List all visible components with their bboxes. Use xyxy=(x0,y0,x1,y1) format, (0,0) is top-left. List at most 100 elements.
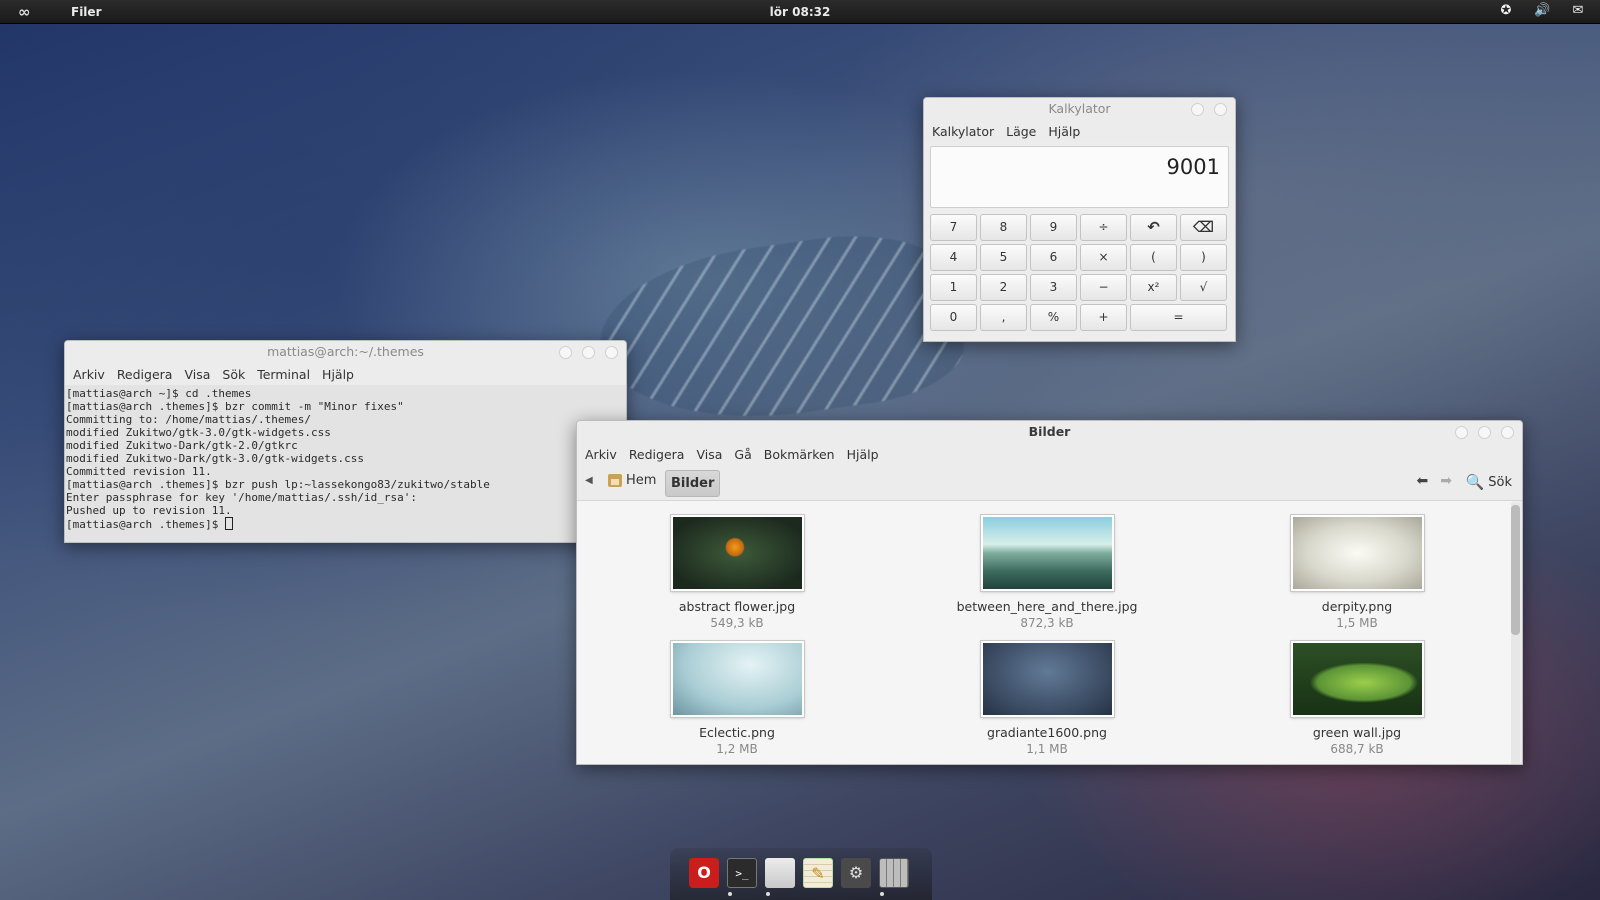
menu-arkiv[interactable]: Arkiv xyxy=(69,367,109,382)
key-3[interactable]: 3 xyxy=(1030,274,1077,301)
key-6[interactable]: 6 xyxy=(1030,244,1077,271)
file-item[interactable]: gradiante1600.png 1,1 MB xyxy=(952,640,1142,756)
maximize-button[interactable] xyxy=(1478,426,1491,439)
window-title: Bilder xyxy=(1028,424,1071,439)
close-button[interactable] xyxy=(1214,103,1227,116)
text-editor-icon[interactable]: ✎ xyxy=(803,858,833,888)
terminal-window: mattias@arch:~/.themes Arkiv Redigera Vi… xyxy=(64,340,627,543)
terminal-icon[interactable]: >_ xyxy=(727,858,757,888)
search-label: Sök xyxy=(1488,474,1512,490)
file-manager-titlebar[interactable]: Bilder xyxy=(577,421,1522,443)
breadcrumb-home[interactable]: Hem xyxy=(608,473,656,488)
key-8[interactable]: 8 xyxy=(980,214,1027,241)
terminal-line: Committing to: /home/mattias/.themes/ xyxy=(66,413,312,426)
messaging-icon[interactable]: ✉ xyxy=(1570,3,1586,19)
breadcrumb-home-label: Hem xyxy=(626,473,657,488)
window-title: Kalkylator xyxy=(1048,101,1111,116)
key-square[interactable]: x² xyxy=(1130,274,1177,301)
menu-visa[interactable]: Visa xyxy=(180,367,214,382)
file-item[interactable]: derpity.png 1,5 MB xyxy=(1262,514,1452,630)
menu-redigera[interactable]: Redigera xyxy=(625,447,689,462)
terminal-prompt-line[interactable]: [mattias@arch .themes]$ xyxy=(66,517,625,531)
file-item[interactable]: between_here_and_there.jpg 872,3 kB xyxy=(952,514,1142,630)
minimize-button[interactable] xyxy=(1455,426,1468,439)
calculator-keypad: 7 8 9 ÷ ↶ ⌫ 4 5 6 × ( ) 1 2 3 − x² √ 0 ,… xyxy=(924,214,1235,331)
opera-icon[interactable]: O xyxy=(689,858,719,888)
menu-hjalp[interactable]: Hjälp xyxy=(843,447,883,462)
menu-sok[interactable]: Sök xyxy=(218,367,249,382)
file-name: green wall.jpg xyxy=(1312,725,1402,740)
key-decimal[interactable]: , xyxy=(980,304,1027,331)
key-minus[interactable]: − xyxy=(1080,274,1127,301)
calculator-titlebar[interactable]: Kalkylator xyxy=(924,98,1235,120)
backspace-icon[interactable]: ⌫ xyxy=(1180,214,1227,241)
window-title: mattias@arch:~/.themes xyxy=(267,344,424,359)
terminal-line: modified Zukitwo-Dark/gtk-3.0/gtk-widget… xyxy=(66,452,365,465)
terminal-line: Pushed up to revision 11. xyxy=(66,504,232,517)
back-arrow-icon[interactable]: ⬅ xyxy=(1417,473,1429,489)
undo-icon[interactable]: ↶ xyxy=(1130,214,1177,241)
menu-lage[interactable]: Läge xyxy=(1002,124,1040,139)
menu-ga[interactable]: Gå xyxy=(730,447,755,462)
menu-bokmarken[interactable]: Bokmärken xyxy=(760,447,839,462)
key-percent[interactable]: % xyxy=(1030,304,1077,331)
terminal-output[interactable]: [mattias@arch ~]$ cd .themes [mattias@arc… xyxy=(65,385,626,542)
key-7[interactable]: 7 xyxy=(930,214,977,241)
minimize-button[interactable] xyxy=(1191,103,1204,116)
file-size: 872,3 kB xyxy=(1020,616,1074,630)
terminal-line: modified Zukitwo/gtk-3.0/gtk-widgets.css xyxy=(66,426,331,439)
menu-kalkylator[interactable]: Kalkylator xyxy=(928,124,998,139)
breadcrumb-current[interactable]: Bilder xyxy=(665,470,721,497)
search-icon: 🔍 xyxy=(1465,473,1485,491)
minimize-button[interactable] xyxy=(559,346,572,359)
close-button[interactable] xyxy=(1501,426,1514,439)
key-equals[interactable]: = xyxy=(1130,304,1227,331)
file-item[interactable]: abstract flower.jpg 549,3 kB xyxy=(642,514,832,630)
file-item[interactable]: green wall.jpg 688,7 kB xyxy=(1262,640,1452,756)
image-thumbnail xyxy=(979,514,1115,592)
file-size: 1,5 MB xyxy=(1336,616,1378,630)
file-item[interactable]: Eclectic.png 1,2 MB xyxy=(642,640,832,756)
running-indicator xyxy=(728,892,732,896)
close-button[interactable] xyxy=(605,346,618,359)
forward-arrow-icon[interactable]: ➡ xyxy=(1440,473,1452,489)
key-open-paren[interactable]: ( xyxy=(1130,244,1177,271)
key-9[interactable]: 9 xyxy=(1030,214,1077,241)
key-divide[interactable]: ÷ xyxy=(1080,214,1127,241)
file-size: 1,2 MB xyxy=(716,742,758,756)
key-close-paren[interactable]: ) xyxy=(1180,244,1227,271)
file-name: gradiante1600.png xyxy=(987,725,1107,740)
menu-hjalp[interactable]: Hjälp xyxy=(318,367,358,382)
calculator-icon[interactable] xyxy=(879,858,909,888)
scrollbar-thumb[interactable] xyxy=(1511,505,1520,635)
menu-visa[interactable]: Visa xyxy=(692,447,726,462)
clock[interactable]: lör 08:32 xyxy=(0,5,1600,19)
key-sqrt[interactable]: √ xyxy=(1180,274,1227,301)
file-name: abstract flower.jpg xyxy=(678,599,796,614)
accessibility-icon[interactable]: ✪ xyxy=(1498,3,1514,19)
search-button[interactable]: 🔍 Sök xyxy=(1466,473,1512,491)
breadcrumb-scroll-left-icon[interactable]: ◀ xyxy=(585,475,593,486)
key-2[interactable]: 2 xyxy=(980,274,1027,301)
file-icon-view[interactable]: abstract flower.jpg 549,3 kB between_her… xyxy=(577,501,1512,764)
key-multiply[interactable]: × xyxy=(1080,244,1127,271)
wallpaper-leaf xyxy=(589,220,971,440)
key-4[interactable]: 4 xyxy=(930,244,977,271)
calculator-display[interactable]: 9001 xyxy=(930,146,1229,208)
files-icon[interactable] xyxy=(765,858,795,888)
key-1[interactable]: 1 xyxy=(930,274,977,301)
menu-arkiv[interactable]: Arkiv xyxy=(581,447,621,462)
key-0[interactable]: 0 xyxy=(930,304,977,331)
running-indicator xyxy=(766,892,770,896)
menu-redigera[interactable]: Redigera xyxy=(113,367,177,382)
settings-icon[interactable]: ⚙ xyxy=(841,858,871,888)
volume-icon[interactable]: 🔊 xyxy=(1534,3,1550,19)
vertical-scrollbar[interactable] xyxy=(1511,503,1520,764)
key-5[interactable]: 5 xyxy=(980,244,1027,271)
maximize-button[interactable] xyxy=(582,346,595,359)
menu-terminal[interactable]: Terminal xyxy=(253,367,314,382)
menu-hjalp[interactable]: Hjälp xyxy=(1044,124,1084,139)
key-plus[interactable]: + xyxy=(1080,304,1127,331)
terminal-titlebar[interactable]: mattias@arch:~/.themes xyxy=(65,341,626,363)
navigation-arrows: ⬅ ➡ xyxy=(1417,473,1452,489)
